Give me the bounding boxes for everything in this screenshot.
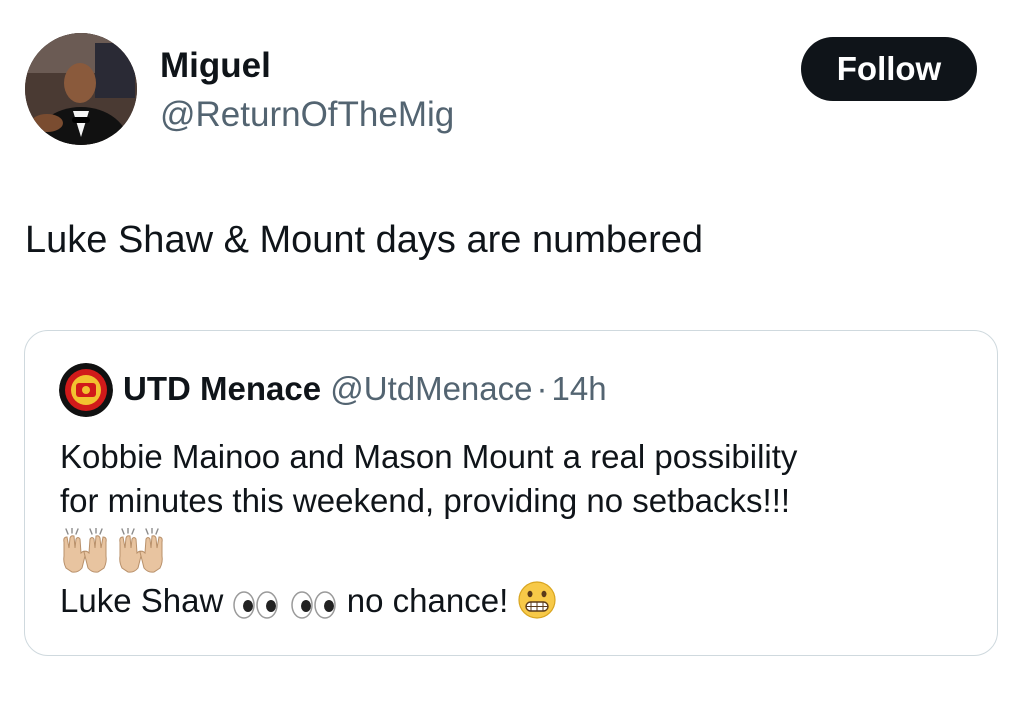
author-handle[interactable]: @ReturnOfTheMig — [160, 95, 454, 135]
quoted-tweet-card[interactable]: UTD Menace @UtdMenace · 14h Kobbie Mainoo … — [24, 330, 998, 656]
crest-logo-icon — [59, 363, 113, 417]
tweet-text: Luke Shaw & Mount days are numbered — [25, 219, 704, 261]
raising-hands-icon — [119, 528, 163, 573]
header-separator: · — [536, 370, 548, 407]
eyes-icon — [290, 591, 336, 619]
author-avatar[interactable] — [25, 33, 137, 145]
raising-hands-icon — [63, 528, 107, 573]
quoted-text-line-2: for minutes this weekend, providing no s… — [60, 482, 791, 519]
author-display-name[interactable]: Miguel — [160, 46, 271, 86]
quoted-display-name[interactable]: UTD Menace — [123, 370, 321, 407]
quoted-timestamp[interactable]: 14h — [552, 370, 607, 407]
tweet-page: Miguel @ReturnOfTheMig Follow Luke Shaw … — [0, 0, 1024, 705]
line3-suffix: no chance! — [346, 582, 509, 619]
grimacing-face-icon — [518, 581, 557, 619]
quoted-tweet-header: UTD Menace @UtdMenace · 14h — [123, 369, 607, 409]
eyes-icon — [233, 591, 279, 619]
quoted-handle[interactable]: @UtdMenace — [330, 370, 532, 407]
line3-prefix: Luke Shaw — [60, 582, 224, 619]
emoji-row — [60, 523, 980, 579]
quoted-author-avatar[interactable] — [59, 363, 113, 417]
quoted-tweet-body: Kobbie Mainoo and Mason Mount a real pos… — [60, 435, 980, 623]
avatar-photo — [25, 33, 137, 145]
follow-button[interactable]: Follow — [801, 37, 977, 101]
quoted-text-line-1: Kobbie Mainoo and Mason Mount a real pos… — [60, 438, 798, 475]
quoted-text-line-3: Luke Shaw no chance! — [60, 579, 980, 623]
